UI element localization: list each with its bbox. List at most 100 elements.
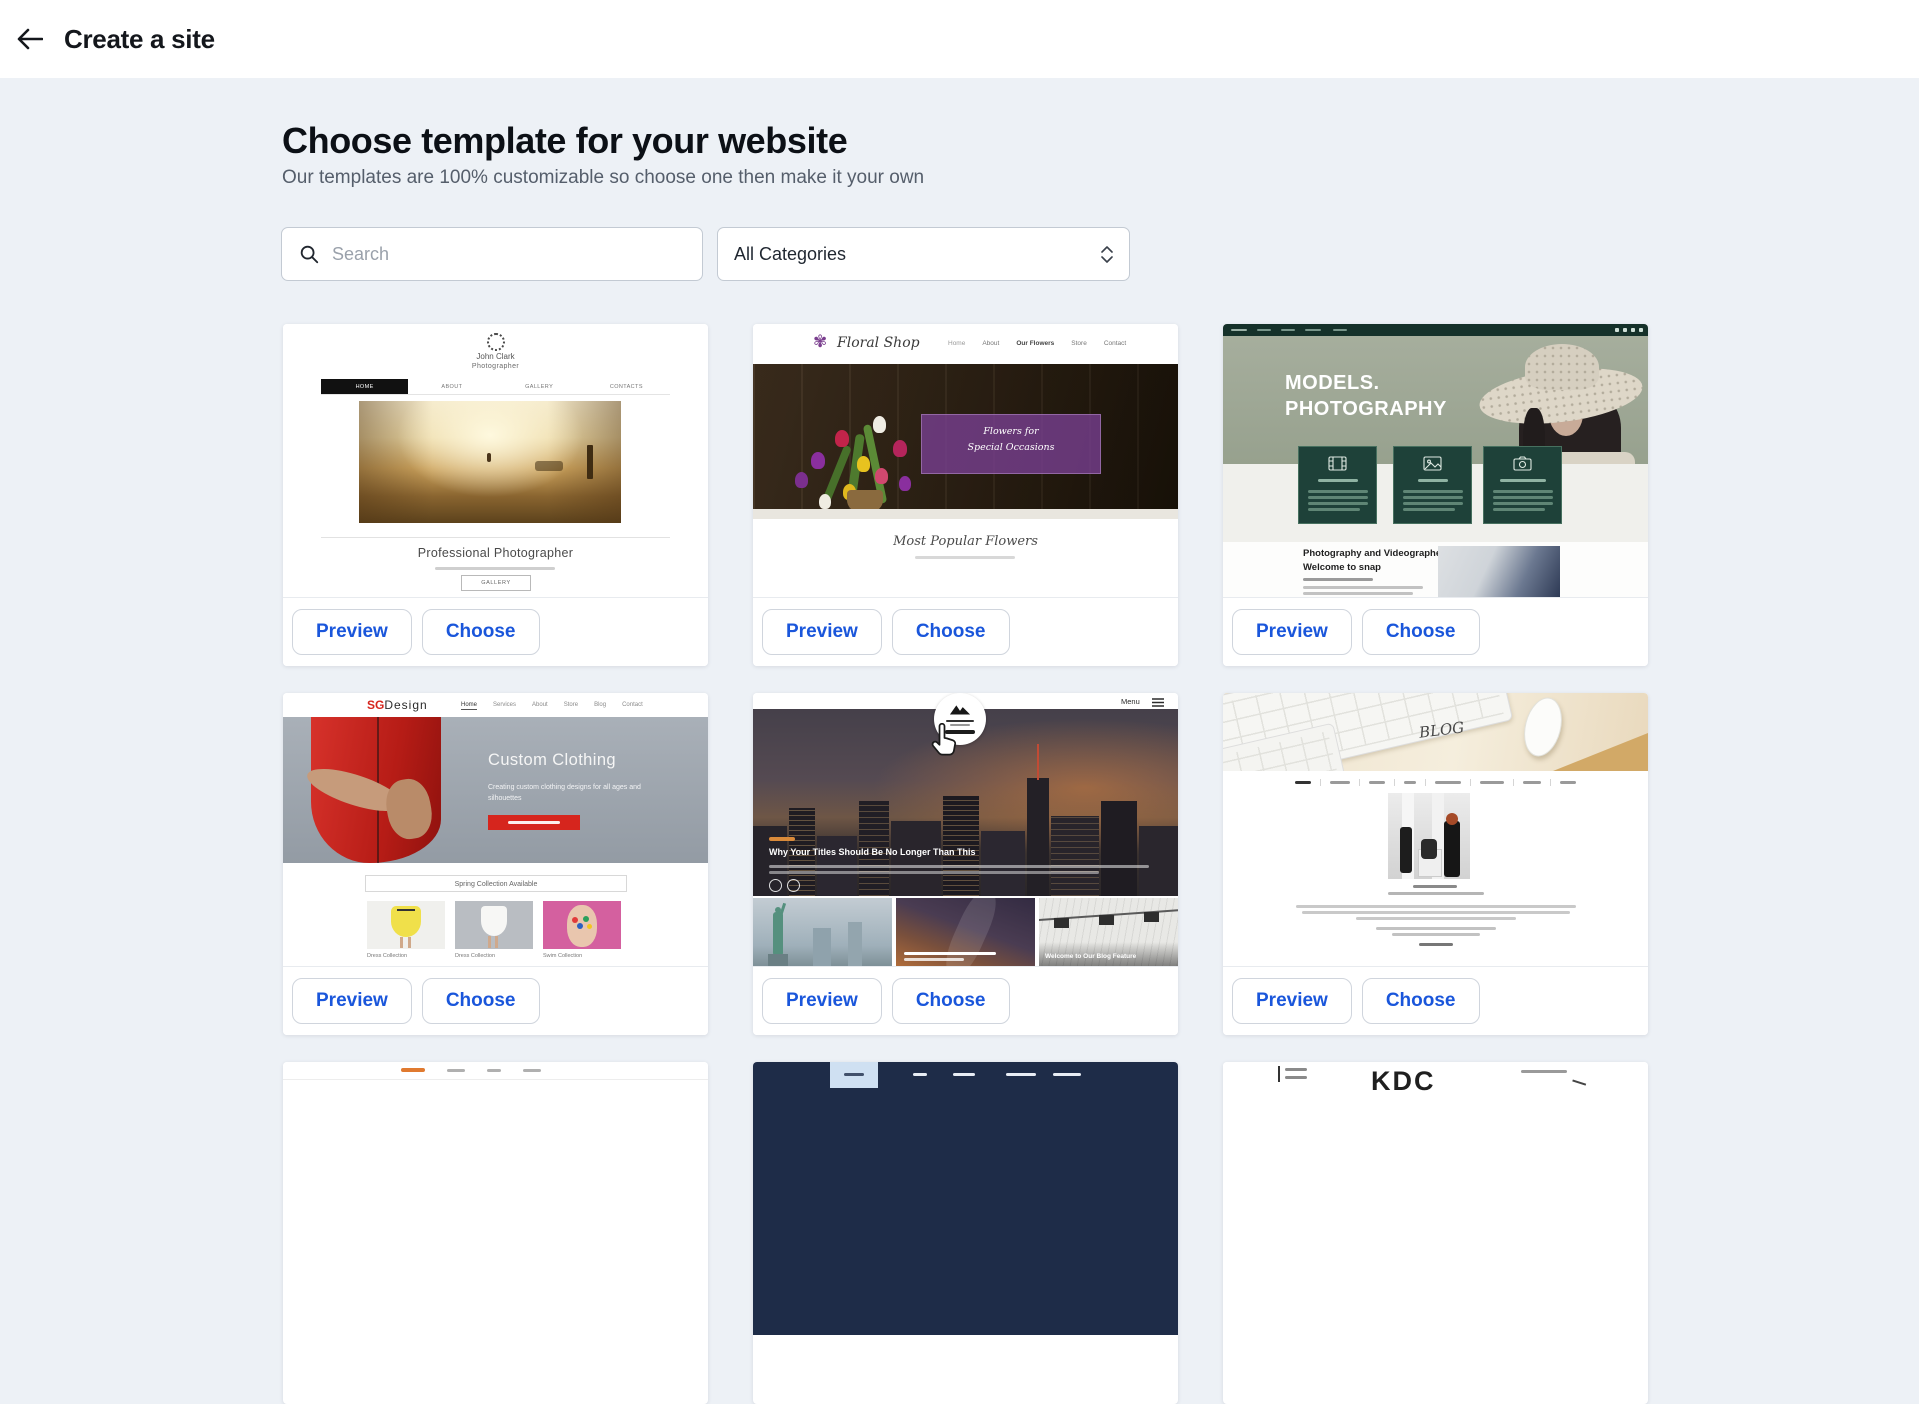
- mini-section-title: Most Popular Flowers: [753, 534, 1178, 549]
- mini-nav-item: GALLERY: [496, 379, 583, 394]
- mini-hero-title: Why Your Titles Should Be No Longer Than…: [769, 847, 976, 857]
- template-thumbnail-partial-2[interactable]: [753, 1062, 1178, 1335]
- mini-nav-item-bar: [953, 1073, 975, 1076]
- text-line: [1413, 885, 1457, 888]
- preview-button[interactable]: Preview: [292, 978, 412, 1024]
- product-caption: Dress Collection: [367, 953, 407, 959]
- preview-button[interactable]: Preview: [1232, 978, 1352, 1024]
- product-caption: Dress Collection: [455, 953, 495, 959]
- hand-cursor-icon: [928, 723, 958, 759]
- text-line: [1303, 578, 1373, 581]
- template-thumbnail-travel-blog[interactable]: Menu Why Your Titles Should Be No Longer…: [753, 693, 1178, 966]
- category-select[interactable]: All Categories: [717, 227, 1130, 281]
- hero-tulips-photo: Flowers for Special Occasions: [753, 364, 1178, 519]
- shape: [495, 936, 498, 948]
- text-line: [1281, 329, 1295, 331]
- text-line: [508, 821, 560, 824]
- mini-nav-item-bar: [401, 1068, 425, 1072]
- choose-button[interactable]: Choose: [1362, 609, 1480, 655]
- text-line: [1500, 479, 1546, 482]
- prev-circle-button: [769, 879, 782, 892]
- mini-hero-title: MODELS.: [1285, 372, 1380, 395]
- template-thumbnail-sg-design[interactable]: SGDesign Home Services About Store Blog …: [283, 693, 708, 966]
- text-line: [1333, 329, 1347, 331]
- building-shape: [981, 831, 1025, 896]
- shape: [811, 452, 825, 469]
- tag-line: [769, 837, 795, 841]
- template-thumbnail-photographer[interactable]: John Clark Photographer HOME ABOUT GALLE…: [283, 324, 708, 597]
- template-card-partial-2: [753, 1062, 1178, 1404]
- product-thumb: [455, 901, 533, 949]
- tower-shape: [848, 922, 862, 966]
- text-line: [1231, 329, 1247, 331]
- shape: [397, 909, 415, 911]
- table-shape: [753, 509, 1178, 519]
- text-line: [904, 958, 964, 961]
- divider: [321, 537, 670, 538]
- preview-button[interactable]: Preview: [292, 609, 412, 655]
- tower-shape: [813, 928, 831, 966]
- product-thumb: [367, 901, 445, 949]
- body-photo: [1438, 546, 1560, 597]
- template-thumbnail-partial-kdc[interactable]: KDC: [1223, 1062, 1648, 1335]
- mini-nav-item-bar: [487, 1069, 501, 1072]
- lift-seat-shape: [1054, 918, 1069, 928]
- feature-box: [1483, 446, 1562, 524]
- text-line: [1356, 917, 1516, 920]
- preview-button[interactable]: Preview: [762, 609, 882, 655]
- template-card-models: MODELS. PHOTOGRAPHY: [1223, 324, 1648, 666]
- hat-crown-shape: [1525, 344, 1599, 390]
- text-line: [1285, 1068, 1307, 1071]
- next-circle-button: [787, 879, 800, 892]
- preview-button[interactable]: Preview: [1232, 609, 1352, 655]
- milkyway-shape: [939, 898, 1003, 966]
- choose-button[interactable]: Choose: [892, 978, 1010, 1024]
- post-photo: [1388, 793, 1470, 879]
- section-subheading: Our templates are 100% customizable so c…: [282, 167, 924, 189]
- text-line: [1308, 496, 1368, 499]
- search-box[interactable]: [281, 227, 703, 281]
- thumb-caption: Welcome to Our Blog Feature: [1045, 953, 1136, 960]
- text-line: [1308, 490, 1368, 493]
- read-more-line: [1419, 943, 1453, 946]
- text-line: [1318, 479, 1358, 482]
- person-shape: [1444, 821, 1460, 877]
- social-icon: [1623, 328, 1627, 332]
- choose-button[interactable]: Choose: [1362, 978, 1480, 1024]
- category-selected-value: All Categories: [734, 244, 1101, 265]
- mini-nav-item: Store: [564, 702, 578, 710]
- text-line: [435, 567, 555, 570]
- statue-head-shape: [775, 907, 781, 913]
- mini-cta-button: GALLERY: [461, 575, 531, 591]
- hair-shape: [1446, 813, 1458, 825]
- dress-shape: [481, 906, 507, 936]
- mini-brand: KDC: [1371, 1066, 1436, 1097]
- text-line: [946, 720, 974, 722]
- hero-field-photo: [359, 401, 621, 523]
- film-icon: [1328, 456, 1347, 471]
- search-input[interactable]: [330, 243, 702, 266]
- mini-nav-item-bar: [1330, 781, 1350, 784]
- shape: [587, 445, 593, 479]
- mini-nav-item: Store: [1071, 340, 1087, 347]
- shape: [587, 924, 592, 929]
- mini-hero-title: Custom Clothing: [488, 751, 616, 770]
- text-line: [1308, 508, 1360, 511]
- shape: [487, 453, 491, 462]
- back-arrow-icon: [16, 27, 43, 51]
- back-button[interactable]: [6, 16, 52, 62]
- mountain-logo-icon: [949, 703, 971, 715]
- text-line: [844, 1073, 864, 1076]
- template-thumbnail-models[interactable]: MODELS. PHOTOGRAPHY: [1223, 324, 1648, 597]
- choose-button[interactable]: Choose: [422, 609, 540, 655]
- hero-keyboard-photo: BLOG: [1223, 693, 1648, 771]
- mini-cta-button: [488, 815, 580, 830]
- choose-button[interactable]: Choose: [422, 978, 540, 1024]
- preview-button[interactable]: Preview: [762, 978, 882, 1024]
- mini-body-subheading: Welcome to snap: [1303, 562, 1381, 573]
- choose-button[interactable]: Choose: [892, 609, 1010, 655]
- mini-nav-item: Home: [461, 702, 477, 710]
- template-thumbnail-floral[interactable]: ✾ Floral Shop Home About Our Flowers Sto…: [753, 324, 1178, 597]
- template-thumbnail-keyboard-blog[interactable]: BLOG: [1223, 693, 1648, 966]
- template-thumbnail-partial-1[interactable]: [283, 1062, 708, 1335]
